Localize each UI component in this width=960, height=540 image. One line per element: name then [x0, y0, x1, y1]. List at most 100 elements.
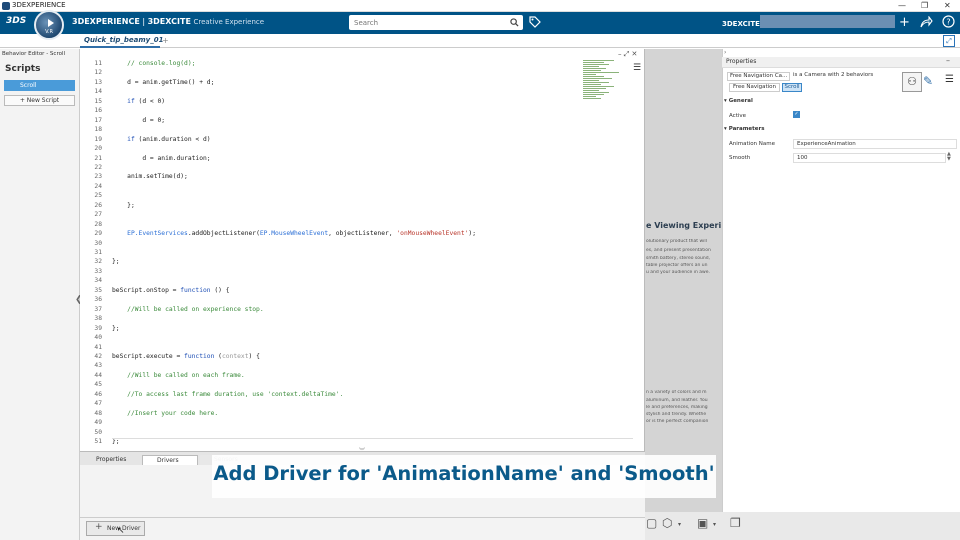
search-icon[interactable] — [510, 18, 519, 27]
line-number: 48 — [94, 409, 102, 417]
new-script-label: New Script — [26, 97, 60, 104]
smooth-stepper[interactable]: ▲ ▼ — [947, 152, 951, 162]
plus-icon: + — [95, 522, 103, 532]
window-title: 3DEXPERIENCE — [12, 1, 66, 9]
script-item-scroll[interactable]: Scroll — [4, 80, 75, 91]
line-number: 26 — [94, 201, 102, 209]
line-number: 15 — [94, 97, 102, 105]
line-number: 21 — [94, 154, 102, 162]
canvas-text-line: or is the perfect companion — [646, 419, 709, 424]
code-minimap[interactable] — [583, 60, 635, 112]
line-number: 38 — [94, 315, 102, 323]
editor-window-controls[interactable]: – ⤢ ✕ — [618, 50, 637, 59]
minimize-button[interactable]: — — [898, 1, 906, 10]
fullscreen-icon[interactable]: ⤢ — [943, 35, 955, 47]
line-number: 27 — [94, 211, 102, 219]
add-tab-button[interactable]: + — [162, 36, 169, 45]
code-line[interactable]: }; — [112, 325, 120, 332]
help-icon[interactable]: ? — [942, 15, 955, 28]
properties-title: Properties — [726, 58, 757, 65]
code-line[interactable]: if (d < 0) — [112, 98, 165, 105]
view-icon[interactable]: ▢ — [646, 516, 657, 530]
line-number: 42 — [94, 352, 102, 360]
animation-name-input[interactable]: ExperienceAnimation — [793, 139, 957, 149]
drivers-divider — [80, 517, 645, 518]
objects-icon[interactable]: ❐ — [730, 516, 741, 530]
line-number: 20 — [94, 145, 102, 153]
behavior-chip-free-navigation[interactable]: Free Navigation — [729, 83, 780, 92]
tab-properties[interactable]: Properties — [82, 455, 140, 465]
splitter-handle-icon[interactable]: ︾ — [359, 446, 365, 455]
smooth-input[interactable]: 100 — [793, 153, 946, 163]
compass-button[interactable]: V.R — [34, 10, 64, 40]
code-line[interactable]: EP.EventServices.addObjectListener(EP.Mo… — [112, 230, 476, 237]
editor-menu-icon[interactable]: ☰ — [633, 63, 641, 73]
play-icon — [48, 19, 54, 27]
section-general[interactable]: ▾ General — [724, 98, 753, 104]
line-number: 36 — [94, 296, 102, 304]
line-number: 45 — [94, 381, 102, 389]
code-line[interactable]: anim.setTime(d); — [112, 173, 188, 180]
search-input[interactable] — [349, 15, 499, 30]
code-line[interactable]: }; — [112, 438, 120, 445]
code-line[interactable]: beScript.onStop = function () { — [112, 287, 230, 294]
menu-icon[interactable]: ☰ — [945, 74, 954, 85]
caption-text: Add Driver for 'AnimationName' and 'Smoo… — [213, 462, 715, 485]
line-number: 51 — [94, 438, 102, 445]
code-line[interactable]: }; — [112, 258, 120, 265]
dropdown-icon[interactable]: ▾ — [713, 521, 716, 528]
code-line[interactable]: //Will be called on each frame. — [112, 372, 245, 379]
line-number: 46 — [94, 390, 102, 398]
tab-drivers[interactable]: Drivers — [142, 455, 198, 465]
restore-button[interactable]: ❐ — [921, 1, 928, 10]
code-line[interactable]: d = 0; — [112, 117, 165, 124]
section-parameters-label: Parameters — [728, 126, 765, 132]
close-window-button[interactable]: ✕ — [944, 1, 951, 10]
compass-version: V.R — [45, 29, 53, 35]
code-line[interactable]: //Insert your code here. — [112, 410, 218, 417]
behavior-chip-scroll[interactable]: Scroll — [782, 83, 802, 92]
canvas-toolbar — [645, 512, 960, 540]
code-line[interactable]: }; — [112, 202, 135, 209]
expand-icon[interactable]: › — [724, 49, 726, 56]
tag-icon[interactable] — [529, 16, 541, 28]
animation-name-label: Animation Name — [729, 141, 776, 147]
new-script-button[interactable]: + New Script — [4, 95, 75, 106]
behavior-editor-panel — [0, 49, 80, 540]
canvas-text-line: olutionary product that will — [646, 239, 707, 244]
svg-text:?: ? — [946, 18, 950, 27]
code-line[interactable]: d = anim.getTime() + d; — [112, 79, 214, 86]
canvas-text-line: es, and present presentation — [646, 248, 711, 253]
camera-view-icon[interactable]: ▣ — [697, 516, 708, 530]
minimize-panel-button[interactable]: – — [946, 56, 950, 65]
object-selector[interactable]: Free Navigation Ca... — [727, 72, 790, 81]
code-line[interactable]: //Will be called on experience stop. — [112, 306, 264, 313]
brand-label: 3DEXPERIENCE | 3DEXCITE Creative Experie… — [72, 17, 264, 26]
share-icon[interactable] — [920, 16, 933, 28]
add-behavior-button[interactable]: ⚇ — [902, 72, 922, 92]
active-checkbox[interactable]: ✓ — [793, 111, 800, 118]
code-line[interactable]: d = anim.duration; — [112, 155, 210, 162]
line-number: 37 — [94, 305, 102, 313]
active-tab-indicator — [80, 46, 160, 48]
code-line[interactable]: beScript.execute = function (context) { — [112, 353, 260, 360]
dropdown-icon[interactable]: ▾ — [678, 521, 681, 528]
canvas-text-line: le and preferences, making — [646, 405, 708, 410]
tab-quick-tip[interactable]: Quick_tip_beamy_01 — [84, 36, 163, 44]
edit-icon[interactable]: ✎ — [923, 74, 933, 88]
editor-scrollbar[interactable] — [112, 438, 633, 439]
search-box — [349, 15, 523, 30]
line-number: 49 — [94, 419, 102, 427]
active-label: Active — [729, 113, 747, 119]
code-line[interactable]: // console.log(d); — [112, 60, 195, 67]
cube-icon[interactable]: ⬡ — [662, 516, 672, 530]
section-parameters[interactable]: ▾ Parameters — [724, 126, 765, 132]
line-number: 12 — [94, 69, 102, 77]
brand-app: 3DEXCITE — [147, 17, 191, 26]
code-line[interactable]: if (anim.duration < d) — [112, 136, 210, 143]
line-number: 14 — [94, 88, 102, 96]
add-icon[interactable]: + — [899, 16, 910, 29]
username-field[interactable] — [760, 15, 895, 28]
code-line[interactable]: //To access last frame duration, use 'co… — [112, 391, 343, 398]
line-number: 33 — [94, 267, 102, 275]
